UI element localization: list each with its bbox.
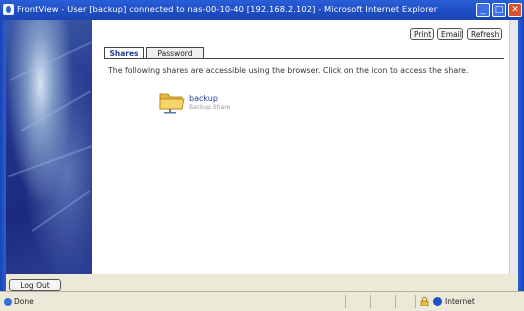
- share-description: Backup Share: [189, 104, 231, 111]
- status-divider: [395, 295, 396, 308]
- decorative-side-image: [6, 20, 92, 274]
- ie-app-icon[interactable]: [3, 4, 14, 15]
- lock-icon: [420, 297, 429, 306]
- share-item-backup[interactable]: backup Backup Share: [158, 86, 258, 118]
- status-divider: [415, 295, 416, 308]
- share-name[interactable]: backup: [189, 94, 218, 103]
- print-button[interactable]: Print: [410, 28, 434, 40]
- tab-divider: [104, 58, 504, 59]
- vertical-scrollbar[interactable]: [509, 20, 518, 274]
- maximize-button[interactable]: □: [492, 3, 506, 17]
- status-divider: [345, 295, 346, 308]
- security-zone-label: Internet: [445, 297, 475, 306]
- email-button[interactable]: Email: [437, 28, 463, 40]
- instructions-text: The following shares are accessible usin…: [108, 66, 469, 75]
- folder-network-icon[interactable]: [158, 88, 186, 114]
- close-button[interactable]: ✕: [508, 3, 522, 17]
- window-right-border: [518, 20, 524, 291]
- internet-zone-icon: [433, 297, 442, 306]
- status-text: Done: [14, 297, 34, 306]
- refresh-button[interactable]: Refresh: [467, 28, 502, 40]
- status-bar: Done Internet: [0, 291, 524, 311]
- bottom-frame: [6, 274, 518, 291]
- minimize-button[interactable]: _: [476, 3, 490, 17]
- status-divider: [370, 295, 371, 308]
- title-bar[interactable]: FrontView - User [backup] connected to n…: [0, 0, 524, 20]
- ie-page-icon: [4, 298, 12, 306]
- log-out-button[interactable]: Log Out: [9, 279, 61, 291]
- window-title: FrontView - User [backup] connected to n…: [17, 4, 438, 14]
